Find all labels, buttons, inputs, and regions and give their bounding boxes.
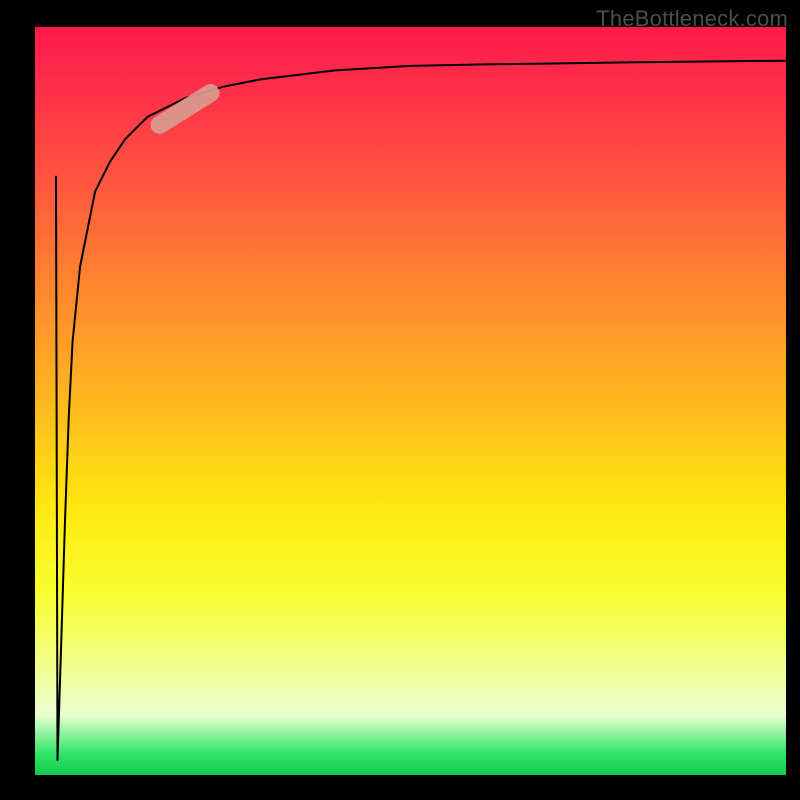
plot-area — [35, 27, 786, 775]
chart-container: TheBottleneck.com — [0, 0, 800, 800]
bottleneck-curve — [35, 27, 786, 775]
